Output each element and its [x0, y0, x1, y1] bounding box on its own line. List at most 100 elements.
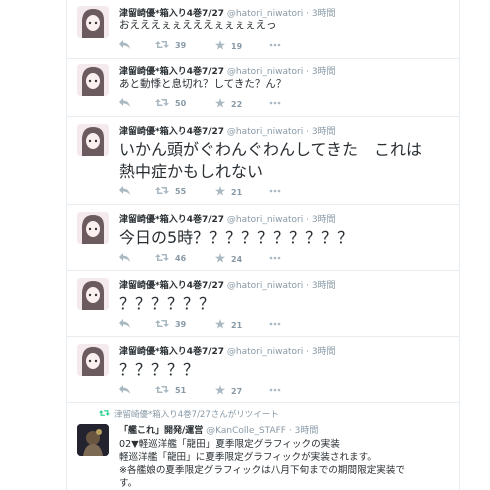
retweet-icon	[99, 409, 110, 420]
star-icon	[215, 319, 225, 331]
timestamp[interactable]: 3時間	[295, 426, 319, 436]
user-handle[interactable]: @hatori_niwatori	[227, 347, 303, 357]
separator: ·	[306, 67, 309, 77]
tweet[interactable]: 津留崎優*箱入り4巻7/27 @hatori_niwatori · 3時間 ？？…	[67, 336, 459, 403]
retweet-button[interactable]: 50	[155, 98, 186, 109]
separator: ·	[306, 281, 309, 291]
retweeted-tweet[interactable]: 津留崎優*箱入り4巻7/27さんがリツイート 「艦これ」開発/運営 @KanCo…	[67, 402, 459, 490]
reply-button[interactable]	[119, 98, 130, 109]
retweet-button[interactable]: 39	[155, 319, 186, 330]
tweet-text: ？？？？？	[119, 360, 200, 379]
more-icon	[269, 253, 281, 262]
favorite-button[interactable]: 27	[215, 385, 242, 397]
avatar[interactable]	[77, 344, 109, 376]
tweet[interactable]: 津留崎優*箱入り4巻7/27 @hatori_niwatori · 3時間 ？？…	[67, 270, 459, 337]
favorite-button[interactable]: 21	[215, 186, 242, 198]
retweet-icon	[155, 186, 169, 197]
timeline: 津留崎優*箱入り4巻7/27 @hatori_niwatori · 3時間 おえ…	[66, 0, 460, 490]
retweet-context[interactable]: 津留崎優*箱入り4巻7/27さんがリツイート	[99, 408, 279, 420]
more-button[interactable]	[269, 319, 281, 328]
more-icon	[269, 319, 281, 328]
more-icon	[269, 40, 281, 49]
timestamp[interactable]: 3時間	[312, 347, 336, 357]
tweet-text: あと動悸と息切れ？してきた？ん？	[119, 78, 287, 90]
tweet[interactable]: 津留崎優*箱入り4巻7/27 @hatori_niwatori · 3時間 あと…	[67, 58, 459, 117]
tweet-header: 「艦これ」開発/運営 @KanColle_STAFF · 3時間	[119, 423, 318, 436]
favorite-count: 19	[231, 41, 243, 51]
favorite-count: 24	[231, 254, 243, 264]
more-icon	[269, 385, 281, 394]
avatar[interactable]	[77, 6, 109, 38]
tweet[interactable]: 津留崎優*箱入り4巻7/27 @hatori_niwatori · 3時間 今日…	[67, 204, 459, 271]
tweet-text-line-3: ※各艦娘の夏季限定グラフィックは八月下旬までの期間限定実装で	[119, 465, 406, 476]
retweet-icon	[155, 319, 169, 330]
retweet-count: 51	[175, 386, 187, 395]
user-handle[interactable]: @KanColle_STAFF	[206, 426, 286, 436]
user-name[interactable]: 「艦これ」開発/運営	[119, 426, 203, 436]
more-button[interactable]	[269, 98, 281, 107]
reply-button[interactable]	[119, 319, 130, 330]
reply-button[interactable]	[119, 385, 130, 396]
reply-button[interactable]	[119, 40, 130, 51]
retweet-icon	[155, 253, 169, 264]
favorite-button[interactable]: 21	[215, 319, 242, 331]
tweet-text-line-4: す。	[119, 478, 138, 489]
tweet[interactable]: 津留崎優*箱入り4巻7/27 @hatori_niwatori · 3時間 いか…	[67, 116, 459, 205]
separator: ·	[306, 347, 309, 357]
more-button[interactable]	[269, 253, 281, 262]
avatar[interactable]	[77, 64, 109, 96]
more-button[interactable]	[269, 186, 281, 195]
favorite-count: 21	[231, 320, 243, 330]
retweet-button[interactable]: 46	[155, 253, 186, 264]
separator: ·	[288, 426, 292, 436]
reply-icon	[119, 385, 130, 396]
tweet-text-line-2: 軽巡洋艦「龍田」に夏季限定グラフィックが実装されます。	[119, 452, 377, 463]
retweet-button[interactable]: 51	[155, 385, 186, 396]
retweet-icon	[155, 98, 169, 109]
favorite-button[interactable]: 19	[215, 40, 242, 52]
star-icon	[215, 98, 225, 110]
star-icon	[215, 385, 225, 397]
timestamp[interactable]: 3時間	[312, 9, 336, 19]
favorite-button[interactable]: 22	[215, 98, 242, 110]
reply-icon	[119, 253, 130, 264]
more-button[interactable]	[269, 385, 281, 394]
star-icon	[215, 253, 225, 265]
retweet-context-text: 津留崎優*箱入り4巻7/27さんがリツイート	[114, 410, 279, 420]
favorite-count: 22	[231, 99, 243, 109]
retweet-button[interactable]: 39	[155, 40, 186, 51]
reply-icon	[119, 98, 130, 109]
tweet-text-line-1: いかん頭がぐわんぐわんしてきた これは	[119, 140, 423, 159]
tweet-text-line-2: 熱中症かもしれない	[119, 162, 264, 181]
retweet-count: 39	[175, 320, 187, 329]
retweet-count: 46	[175, 254, 187, 263]
timestamp[interactable]: 3時間	[312, 67, 336, 77]
more-icon	[269, 186, 281, 195]
reply-icon	[119, 186, 130, 197]
avatar[interactable]	[77, 278, 109, 310]
tweet-text: ？？？？？？	[119, 294, 216, 313]
tweet[interactable]: 津留崎優*箱入り4巻7/27 @hatori_niwatori · 3時間 おえ…	[67, 0, 459, 59]
retweet-count: 50	[175, 99, 187, 108]
more-button[interactable]	[269, 40, 281, 49]
avatar[interactable]	[77, 212, 109, 244]
retweet-button[interactable]: 55	[155, 186, 186, 197]
retweet-icon	[155, 40, 169, 51]
retweet-icon	[155, 385, 169, 396]
reply-icon	[119, 319, 130, 330]
tweet-text: 今日の5時？？？？？？？？？？	[119, 228, 354, 247]
tweet-text: おえええぇぇえええぇぇぇぇえっ	[119, 19, 277, 31]
favorite-button[interactable]: 24	[215, 253, 242, 265]
avatar[interactable]	[77, 124, 109, 156]
reply-icon	[119, 40, 130, 51]
star-icon	[215, 40, 225, 52]
reply-button[interactable]	[119, 253, 130, 264]
user-handle[interactable]: @hatori_niwatori	[227, 281, 303, 291]
retweet-count: 39	[175, 41, 187, 50]
star-icon	[215, 186, 225, 198]
favorite-count: 27	[231, 386, 243, 396]
reply-button[interactable]	[119, 186, 130, 197]
avatar[interactable]	[77, 424, 109, 456]
timestamp[interactable]: 3時間	[312, 281, 336, 291]
more-icon	[269, 98, 281, 107]
